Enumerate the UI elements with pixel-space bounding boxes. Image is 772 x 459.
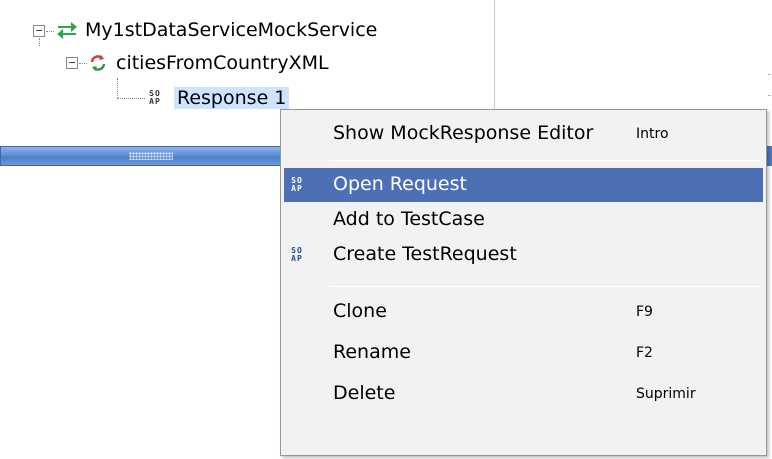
menu-item-shortcut: F9 — [636, 304, 653, 320]
mock-service-label: My1stDataServiceMockService — [85, 19, 378, 41]
menu-separator — [330, 286, 760, 287]
response-label: Response 1 — [174, 87, 290, 109]
menu-separator — [330, 160, 760, 161]
tree-item-response[interactable]: SO AP Response 1 — [148, 84, 290, 112]
menu-item-label: Show MockResponse Editor — [333, 122, 594, 144]
edge-fragment — [768, 74, 771, 75]
horizontal-scrollbar[interactable] — [0, 146, 306, 166]
tree-connector — [46, 31, 54, 32]
menu-item-clone[interactable]: Clone F9 — [284, 295, 763, 329]
scroll-grip-icon — [129, 152, 173, 160]
menu-item-open-request[interactable]: SO AP Open Request — [284, 168, 763, 202]
tree-connector — [117, 98, 145, 99]
menu-item-label: Open Request — [333, 173, 467, 195]
collapse-icon[interactable]: − — [33, 25, 45, 37]
mock-operation-label: citiesFromCountryXML — [116, 52, 329, 74]
menu-item-show-mockresponse-editor[interactable]: Show MockResponse Editor Intro — [284, 117, 763, 151]
soap-icon: SO AP — [149, 89, 161, 106]
menu-item-shortcut: Intro — [636, 126, 669, 142]
menu-item-shortcut: Suprimir — [636, 386, 696, 402]
tree-connector — [79, 63, 87, 64]
menu-item-add-to-testcase[interactable]: Add to TestCase — [284, 203, 763, 237]
tree-item-mock-operation[interactable]: citiesFromCountryXML — [88, 49, 329, 77]
menu-item-rename[interactable]: Rename F2 — [284, 336, 763, 370]
collapse-icon[interactable]: − — [66, 57, 78, 69]
mock-operation-icon — [88, 53, 108, 73]
menu-item-label: Create TestRequest — [333, 243, 517, 265]
menu-item-label: Clone — [333, 300, 387, 322]
context-menu: Show MockResponse Editor Intro SO AP Ope… — [280, 109, 767, 456]
tree-item-mock-service[interactable]: My1stDataServiceMockService — [55, 16, 377, 44]
soap-icon: SO AP — [291, 176, 303, 193]
tree-connector — [117, 78, 118, 98]
edge-fragment — [768, 95, 771, 96]
menu-item-label: Add to TestCase — [333, 208, 485, 230]
menu-item-shortcut: F2 — [636, 345, 653, 361]
menu-item-label: Rename — [333, 341, 411, 363]
mock-service-icon — [55, 20, 79, 40]
menu-item-delete[interactable]: Delete Suprimir — [284, 377, 763, 411]
soap-icon: SO AP — [291, 246, 303, 263]
edge-fragment — [767, 146, 772, 166]
menu-item-create-testrequest[interactable]: SO AP Create TestRequest — [284, 238, 763, 272]
menu-item-label: Delete — [333, 382, 396, 404]
tree-connector — [39, 38, 40, 46]
pane-divider[interactable] — [494, 0, 495, 110]
